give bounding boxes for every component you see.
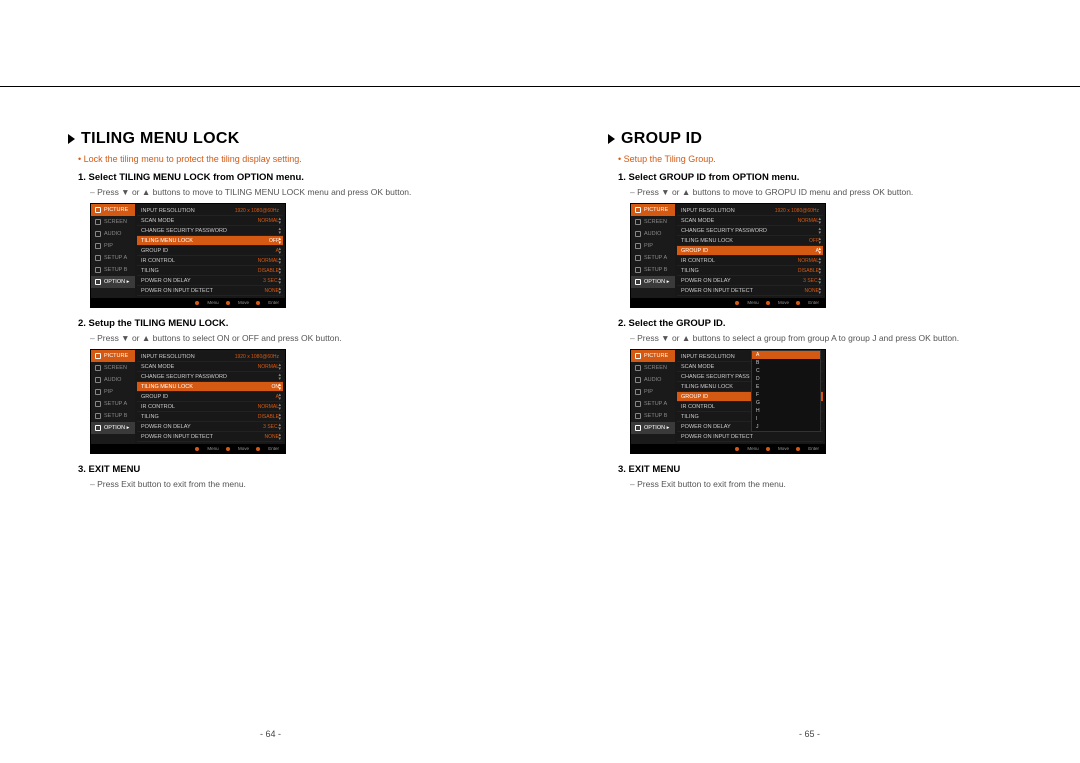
right-step2-sub: Press ▼ or ▲ buttons to select a group f…: [630, 333, 1012, 343]
triangle-icon: [68, 134, 75, 144]
left-step2: 2. Setup the TILING MENU LOCK.: [78, 318, 472, 329]
left-heading: TILING MENU LOCK: [68, 130, 472, 148]
document-spread: TILING MENU LOCK Lock the tiling menu to…: [0, 100, 1080, 495]
right-step3: 3. EXIT MENU: [618, 464, 1012, 475]
right-step3-sub: Press Exit button to exit from the menu.: [630, 479, 1012, 489]
osd-footer: Menu Move Enter: [91, 298, 285, 307]
row-groupid-hi: GROUP IDA▴▾: [677, 246, 823, 256]
left-intro: Lock the tiling menu to protect the tili…: [78, 154, 472, 164]
opt-e: E: [752, 383, 820, 391]
right-heading: GROUP ID: [608, 130, 1012, 148]
tab-setupb: SETUP B: [91, 264, 135, 276]
left-page: TILING MENU LOCK Lock the tiling menu to…: [0, 100, 540, 495]
tab-audio: AUDIO: [91, 228, 135, 240]
tab-picture: PICTURE: [91, 204, 135, 216]
osd-sidebar: PICTURE SCREEN AUDIO PIP SETUP A SETUP B…: [91, 204, 135, 298]
opt-h: H: [752, 407, 820, 415]
right-title: GROUP ID: [621, 130, 702, 148]
page-num-right: - 65 -: [799, 729, 820, 739]
top-divider: [0, 86, 1080, 87]
osd-screenshot-tiling-on: PICTURE SCREEN AUDIO PIP SETUP A SETUP B…: [90, 349, 286, 454]
osd-screenshot-groupid: PICTURE SCREEN AUDIO PIP SETUP A SETUP B…: [630, 203, 826, 308]
opt-g: G: [752, 399, 820, 407]
right-step1: 1. Select GROUP ID from OPTION menu.: [618, 172, 1012, 183]
opt-c: C: [752, 367, 820, 375]
triangle-icon: [608, 134, 615, 144]
left-step2-sub: Press ▼ or ▲ buttons to select ON or OFF…: [90, 333, 472, 343]
right-step2: 2. Select the GROUP ID.: [618, 318, 1012, 329]
left-step3-sub: Press Exit button to exit from the menu.: [90, 479, 472, 489]
row-tiling-lock-hi: TILING MENU LOCKOFF▴▾: [137, 236, 283, 246]
tab-screen: SCREEN: [91, 216, 135, 228]
left-title: TILING MENU LOCK: [81, 130, 240, 148]
osd-screenshot-tiling-off: PICTURE SCREEN AUDIO PIP SETUP A SETUP B…: [90, 203, 286, 308]
tab-option: OPTION ▸: [91, 276, 135, 288]
left-step1: 1. Select TILING MENU LOCK from OPTION m…: [78, 172, 472, 183]
left-step1-sub: Press ▼ or ▲ buttons to move to TILING M…: [90, 187, 472, 197]
opt-i: I: [752, 415, 820, 423]
osd-main: INPUT RESOLUTION1920 x 1080@60Hz SCAN MO…: [135, 204, 285, 298]
page-num-left: - 64 -: [260, 729, 281, 739]
groupid-dropdown: A B C D E F G H I J: [751, 350, 821, 432]
opt-b: B: [752, 359, 820, 367]
opt-a: A: [752, 351, 820, 359]
left-step3: 3. EXIT MENU: [78, 464, 472, 475]
right-step1-sub: Press ▼ or ▲ buttons to move to GROPU ID…: [630, 187, 1012, 197]
right-intro: Setup the Tiling Group.: [618, 154, 1012, 164]
opt-f: F: [752, 391, 820, 399]
osd-screenshot-groupid-dropdown: PICTURE SCREEN AUDIO PIP SETUP A SETUP B…: [630, 349, 826, 454]
opt-j: J: [752, 423, 820, 431]
tab-setupa: SETUP A: [91, 252, 135, 264]
right-page: GROUP ID Setup the Tiling Group. 1. Sele…: [540, 100, 1080, 495]
tab-pip: PIP: [91, 240, 135, 252]
opt-d: D: [752, 375, 820, 383]
